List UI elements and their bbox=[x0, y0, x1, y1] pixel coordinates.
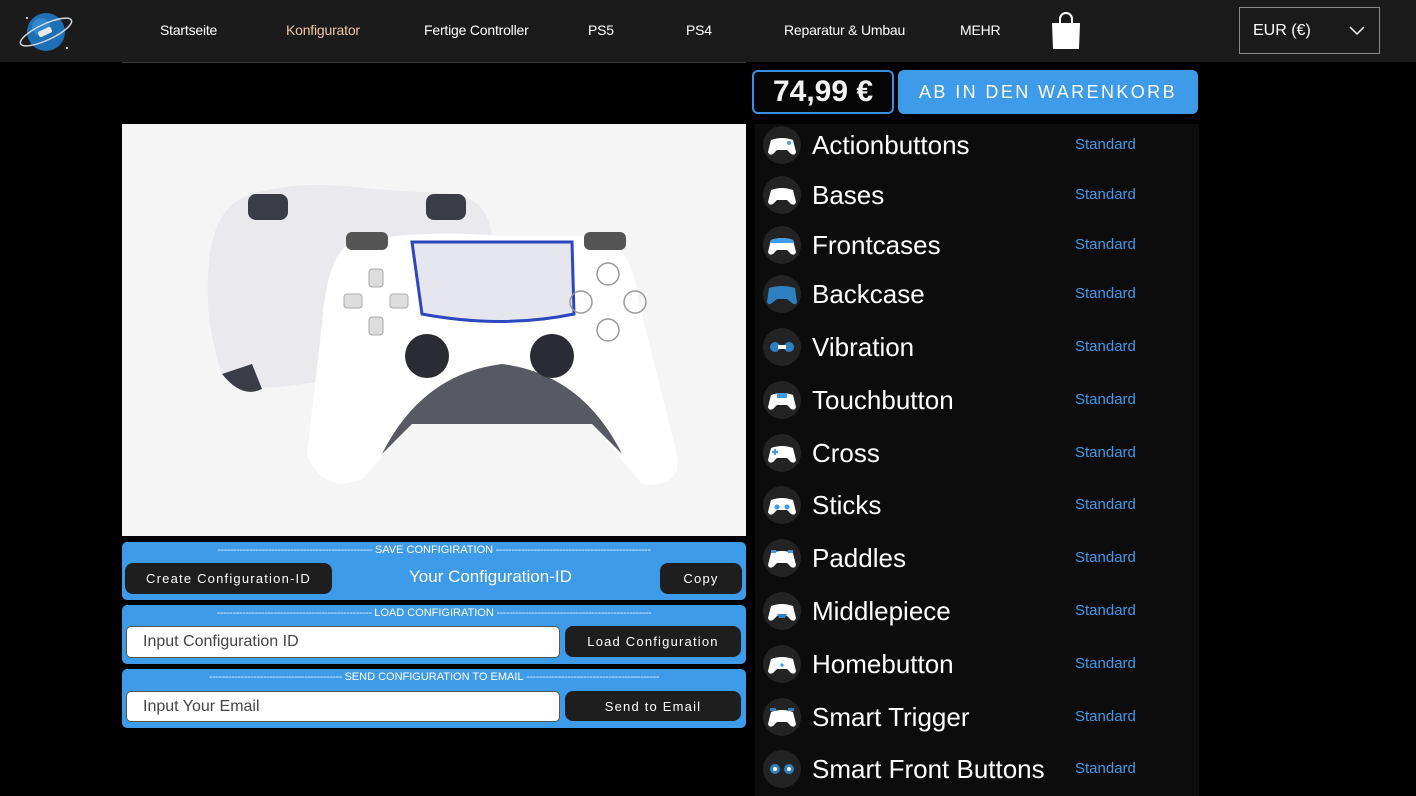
option-value[interactable]: Standard bbox=[1075, 655, 1136, 672]
option-label: Cross bbox=[812, 438, 880, 468]
option-value[interactable]: Standard bbox=[1075, 236, 1136, 253]
option-label: Middlepiece bbox=[812, 596, 951, 626]
option-label: Actionbuttons bbox=[812, 130, 970, 160]
controller-icon bbox=[763, 645, 801, 683]
controller-icon bbox=[763, 381, 801, 419]
add-to-cart-button[interactable]: AB IN DEN WARENKORB bbox=[898, 70, 1198, 114]
controller-icon bbox=[763, 176, 801, 214]
controller-icon bbox=[763, 226, 801, 264]
logo-planet-icon[interactable] bbox=[17, 8, 75, 56]
load-configuration-panel: ----------------------------------------… bbox=[122, 605, 746, 664]
controller-icon bbox=[763, 434, 801, 472]
currency-selector[interactable]: EUR (€) bbox=[1239, 7, 1380, 54]
option-value[interactable]: Standard bbox=[1075, 549, 1136, 566]
option-value[interactable]: Standard bbox=[1075, 444, 1136, 461]
option-backcase[interactable]: Backcase Standard bbox=[755, 271, 1199, 317]
configuration-id-text: Your Configuration-ID bbox=[409, 567, 572, 586]
nav-reparatur-umbau[interactable]: Reparatur & Umbau bbox=[784, 22, 905, 38]
option-value[interactable]: Standard bbox=[1075, 496, 1136, 513]
option-smart-front-buttons[interactable]: Smart Front Buttons Standard bbox=[755, 746, 1199, 792]
option-label: Vibration bbox=[812, 332, 915, 362]
option-value[interactable]: Standard bbox=[1075, 760, 1136, 777]
send-to-email-button[interactable]: Send to Email bbox=[565, 691, 741, 721]
option-vibration[interactable]: Vibration Standard bbox=[755, 324, 1199, 370]
option-sticks[interactable]: Sticks Standard bbox=[755, 482, 1199, 528]
divider bbox=[122, 62, 746, 63]
controller-icon bbox=[763, 592, 801, 630]
email-configuration-panel: ----------------------------------------… bbox=[122, 669, 746, 728]
configuration-id-input[interactable] bbox=[126, 626, 560, 658]
controller-icon bbox=[763, 486, 801, 524]
currency-label: EUR (€) bbox=[1253, 22, 1311, 39]
option-label: Sticks bbox=[812, 490, 882, 520]
option-value[interactable]: Standard bbox=[1075, 602, 1136, 619]
controller-icon bbox=[763, 698, 801, 736]
controller-icon bbox=[763, 126, 801, 164]
option-paddles[interactable]: Paddles Standard bbox=[755, 535, 1199, 581]
load-configuration-title: LOAD CONFIGIRATION bbox=[374, 607, 494, 619]
option-label: Backcase bbox=[812, 279, 925, 309]
option-label: Bases bbox=[812, 180, 885, 210]
option-value[interactable]: Standard bbox=[1075, 136, 1136, 153]
nav-fertige-controller[interactable]: Fertige Controller bbox=[424, 22, 529, 38]
option-value[interactable]: Standard bbox=[1075, 391, 1136, 408]
shopping-bag-icon[interactable] bbox=[1049, 11, 1083, 51]
option-homebutton[interactable]: Homebutton Standard bbox=[755, 641, 1199, 687]
option-value[interactable]: Standard bbox=[1075, 708, 1136, 725]
option-label: Homebutton bbox=[812, 649, 954, 679]
option-cross[interactable]: Cross Standard bbox=[755, 430, 1199, 476]
option-middlepiece[interactable]: Middlepiece Standard bbox=[755, 588, 1199, 634]
option-touchbutton[interactable]: Touchbutton Standard bbox=[755, 377, 1199, 423]
option-label: Smart Front Buttons bbox=[812, 754, 1045, 784]
vibration-motor-icon bbox=[763, 328, 801, 366]
option-label: Frontcases bbox=[812, 230, 941, 260]
option-value[interactable]: Standard bbox=[1075, 285, 1136, 302]
option-label: Touchbutton bbox=[812, 385, 954, 415]
save-configuration-panel: ----------------------------------------… bbox=[122, 542, 746, 600]
controller-preview-image bbox=[122, 124, 746, 536]
save-configuration-title: SAVE CONFIGIRATION bbox=[374, 544, 494, 556]
configurator-options-list: Actionbuttons Standard Bases Standard Fr… bbox=[755, 124, 1199, 796]
nav-konfigurator[interactable]: Konfigurator bbox=[286, 22, 360, 38]
option-label: Paddles bbox=[812, 543, 906, 573]
option-label: Smart Trigger bbox=[812, 702, 970, 732]
option-actionbuttons[interactable]: Actionbuttons Standard bbox=[755, 122, 1199, 168]
top-navigation: Startseite Konfigurator Fertige Controll… bbox=[0, 0, 1416, 62]
email-input[interactable] bbox=[126, 691, 560, 722]
price-display: 74,99 € bbox=[752, 70, 894, 114]
front-buttons-icon bbox=[763, 750, 801, 788]
email-configuration-title: SEND CONFIGURATION TO EMAIL bbox=[344, 671, 524, 683]
load-configuration-button[interactable]: Load Configuration bbox=[565, 626, 741, 657]
nav-ps4[interactable]: PS4 bbox=[686, 22, 712, 38]
option-value[interactable]: Standard bbox=[1075, 186, 1136, 203]
backcase-icon bbox=[763, 275, 801, 313]
copy-button[interactable]: Copy bbox=[660, 563, 742, 594]
option-smart-trigger[interactable]: Smart Trigger Standard bbox=[755, 694, 1199, 740]
nav-mehr[interactable]: MEHR bbox=[960, 22, 1001, 38]
chevron-down-icon bbox=[1349, 26, 1365, 36]
option-value[interactable]: Standard bbox=[1075, 338, 1136, 355]
controller-icon bbox=[763, 539, 801, 577]
option-bases[interactable]: Bases Standard bbox=[755, 172, 1199, 218]
option-frontcases[interactable]: Frontcases Standard bbox=[755, 222, 1199, 268]
create-configuration-id-button[interactable]: Create Configuration-ID bbox=[125, 563, 332, 594]
nav-startseite[interactable]: Startseite bbox=[160, 22, 217, 38]
nav-ps5[interactable]: PS5 bbox=[588, 22, 614, 38]
